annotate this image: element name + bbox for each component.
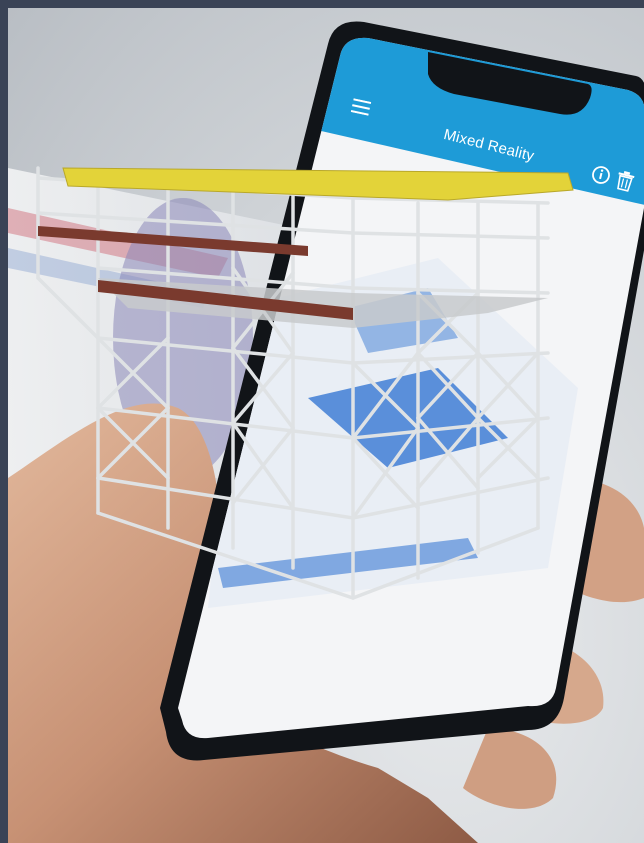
yellow-top-beam <box>62 167 574 201</box>
scaffold-3d-model <box>36 166 574 600</box>
ar-photo-scene: Mixed Reality <box>8 8 644 843</box>
red-beam-upper <box>38 226 308 256</box>
